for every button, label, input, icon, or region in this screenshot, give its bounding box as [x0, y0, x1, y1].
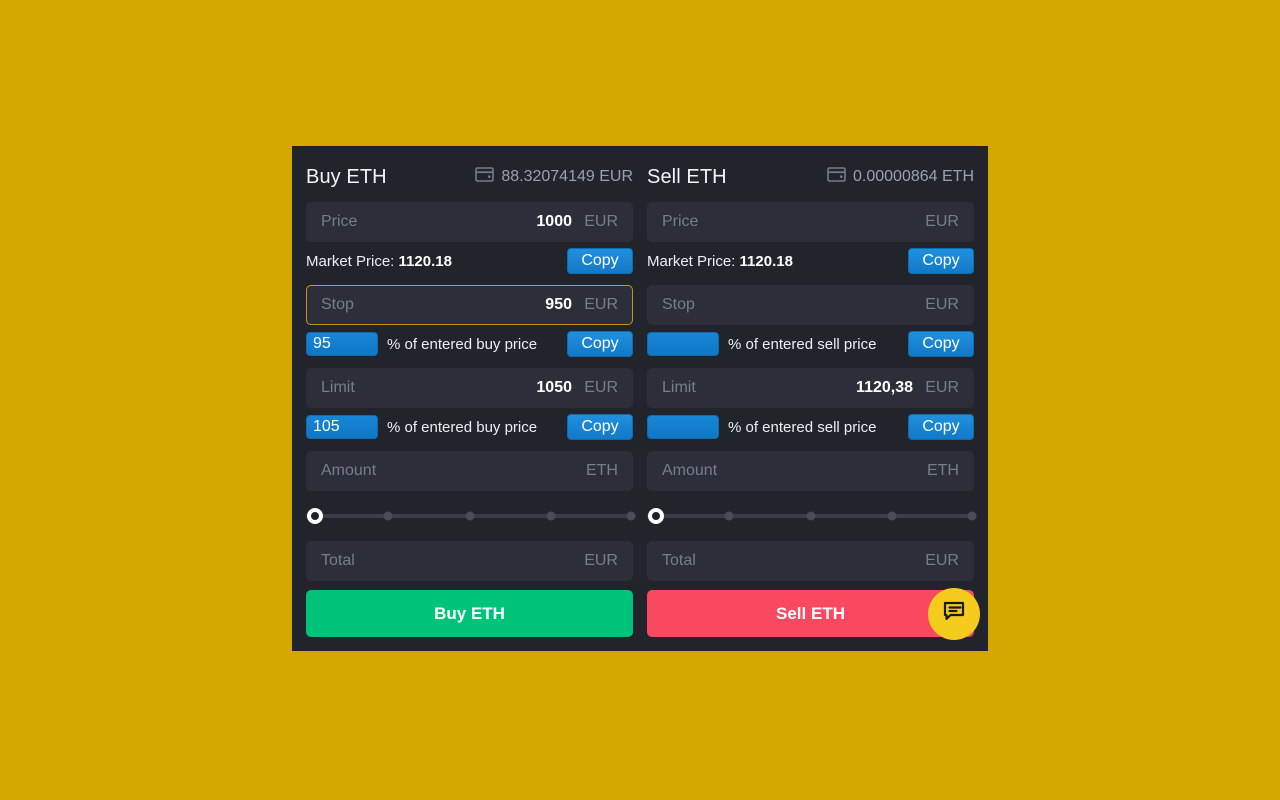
buy-balance: 88.32074149 EUR	[475, 167, 633, 187]
sell-panel: Sell ETH 0.00000864 ETH Price EUR Market…	[640, 146, 988, 651]
sell-balance-amount: 0.00000864 ETH	[853, 168, 974, 185]
wallet-icon	[827, 167, 846, 187]
sell-limit-group: Limit 1120,38 EUR % of entered sell pric…	[647, 368, 974, 441]
buy-amount-unit: ETH	[585, 462, 618, 479]
buy-amount-slider[interactable]	[306, 502, 636, 530]
sell-stop-subrow: % of entered sell price Copy	[647, 330, 974, 358]
sell-total-unit: EUR	[925, 552, 959, 569]
buy-price-copy-button[interactable]: Copy	[567, 248, 633, 274]
sell-stop-field[interactable]: Stop EUR	[647, 285, 974, 325]
sell-price-label: Price	[662, 213, 699, 230]
buy-limit-percent-input[interactable]: 105	[306, 415, 378, 439]
buy-stop-percent-caption: % of entered buy price	[387, 335, 538, 353]
sell-stop-group: Stop EUR % of entered sell price Copy	[647, 285, 974, 358]
sell-stop-copy-button[interactable]: Copy	[908, 331, 974, 357]
buy-stop-copy-button[interactable]: Copy	[567, 331, 633, 357]
buy-limit-percent-caption: % of entered buy price	[387, 418, 538, 436]
sell-panel-header: Sell ETH 0.00000864 ETH	[647, 160, 974, 194]
sell-limit-label: Limit	[662, 379, 696, 396]
sell-stop-percent-caption: % of entered sell price	[728, 335, 877, 353]
sell-limit-value: 1120,38	[856, 379, 913, 396]
buy-stop-subrow: 95 % of entered buy price Copy	[306, 330, 633, 358]
buy-slider-tick-50[interactable]	[465, 511, 474, 521]
chat-support-button[interactable]	[928, 587, 980, 640]
sell-slider-tick-25[interactable]	[724, 511, 734, 521]
buy-stop-percent-input[interactable]: 95	[306, 332, 378, 356]
sell-price-group: Price EUR Market Price: 1120.18 Copy	[647, 202, 974, 275]
buy-limit-label: Limit	[321, 379, 355, 396]
buy-stop-unit: EUR	[584, 296, 618, 313]
sell-amount-unit: ETH	[926, 462, 959, 479]
sell-price-field[interactable]: Price EUR	[647, 202, 974, 242]
sell-panel-title: Sell ETH	[647, 165, 727, 188]
sell-slider-tick-50[interactable]	[806, 511, 815, 521]
sell-action-wrap: Sell ETH	[647, 587, 980, 640]
buy-total-unit: EUR	[584, 552, 618, 569]
buy-limit-field[interactable]: Limit 1050 EUR	[306, 368, 633, 408]
buy-limit-copy-button[interactable]: Copy	[567, 414, 633, 440]
buy-price-group: Price 1000 EUR Market Price: 1120.18 Cop…	[306, 202, 633, 275]
buy-eth-button[interactable]: Buy ETH	[306, 590, 633, 637]
sell-limit-copy-button[interactable]: Copy	[908, 414, 974, 440]
buy-limit-subrow: 105 % of entered buy price Copy	[306, 413, 633, 441]
buy-limit-group: Limit 1050 EUR 105 % of entered buy pric…	[306, 368, 633, 441]
sell-stop-unit: EUR	[925, 296, 959, 313]
buy-slider-tick-25[interactable]	[383, 511, 393, 521]
buy-panel-header: Buy ETH 88.32074149 EUR	[306, 160, 633, 194]
buy-stop-group: Stop 950 EUR 95 % of entered buy price C…	[306, 285, 633, 358]
sell-stop-percent-input[interactable]	[647, 332, 719, 356]
chat-bubble-icon	[941, 598, 967, 629]
buy-slider-thumb[interactable]	[307, 508, 323, 524]
buy-action-wrap: Buy ETH	[306, 590, 633, 637]
sell-slider-thumb[interactable]	[648, 508, 664, 524]
sell-slider-tick-100[interactable]	[967, 511, 977, 521]
buy-price-value: 1000	[536, 213, 572, 230]
sell-total-label: Total	[662, 552, 696, 569]
buy-slider-tick-75[interactable]	[546, 511, 556, 521]
sell-limit-percent-caption: % of entered sell price	[728, 418, 877, 436]
sell-amount-slider[interactable]	[647, 502, 977, 530]
buy-market-price: Market Price: 1120.18	[306, 252, 452, 270]
buy-panel-title: Buy ETH	[306, 165, 387, 188]
buy-total-field[interactable]: Total EUR	[306, 541, 633, 581]
buy-stop-field[interactable]: Stop 950 EUR	[306, 285, 633, 325]
sell-limit-subrow: % of entered sell price Copy	[647, 413, 974, 441]
buy-amount-field[interactable]: Amount ETH	[306, 451, 633, 491]
sell-price-unit: EUR	[925, 213, 959, 230]
sell-market-price: Market Price: 1120.18	[647, 252, 793, 270]
sell-limit-percent-input[interactable]	[647, 415, 719, 439]
buy-amount-label: Amount	[321, 462, 377, 479]
sell-total-field[interactable]: Total EUR	[647, 541, 974, 581]
sell-amount-field[interactable]: Amount ETH	[647, 451, 974, 491]
sell-price-subrow: Market Price: 1120.18 Copy	[647, 247, 974, 275]
sell-eth-button[interactable]: Sell ETH	[647, 590, 974, 637]
sell-price-copy-button[interactable]: Copy	[908, 248, 974, 274]
sell-limit-unit: EUR	[925, 379, 959, 396]
buy-price-unit: EUR	[584, 213, 618, 230]
buy-stop-label: Stop	[321, 296, 354, 313]
buy-limit-value: 1050	[536, 379, 572, 396]
sell-limit-field[interactable]: Limit 1120,38 EUR	[647, 368, 974, 408]
trade-card: Buy ETH 88.32074149 EUR Price 1000 EUR M…	[292, 146, 988, 651]
sell-balance: 0.00000864 ETH	[827, 167, 974, 187]
sell-stop-label: Stop	[662, 296, 695, 313]
buy-slider-tick-100[interactable]	[626, 511, 636, 521]
buy-stop-value: 950	[545, 296, 572, 313]
buy-panel: Buy ETH 88.32074149 EUR Price 1000 EUR M…	[292, 146, 640, 651]
buy-price-label: Price	[321, 213, 358, 230]
buy-balance-amount: 88.32074149 EUR	[501, 168, 633, 185]
buy-price-subrow: Market Price: 1120.18 Copy	[306, 247, 633, 275]
buy-price-field[interactable]: Price 1000 EUR	[306, 202, 633, 242]
buy-total-label: Total	[321, 552, 355, 569]
wallet-icon	[475, 167, 495, 187]
sell-amount-label: Amount	[662, 462, 718, 479]
sell-slider-tick-75[interactable]	[887, 511, 897, 521]
buy-limit-unit: EUR	[584, 379, 618, 396]
